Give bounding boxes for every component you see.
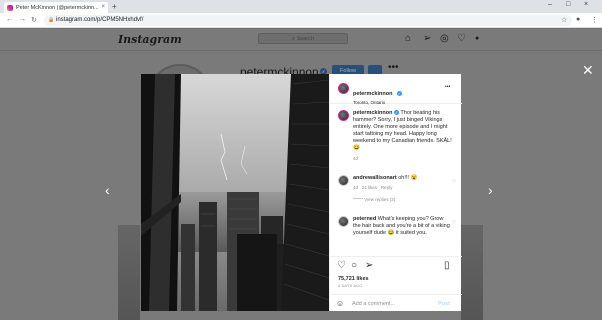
post-location[interactable]: Toronto, Ontario — [353, 100, 402, 105]
address-url: instagram.com/p/CPM5NHxhdvf/ — [56, 17, 144, 23]
window-close-button[interactable]: × — [584, 1, 588, 8]
post-header: petermckinnon ✓ Toronto, Ontario ••• — [330, 74, 462, 105]
browser-tab-bar: Peter McKinnon (@petermckinn... × + – □ … — [0, 0, 602, 13]
post-modal: petermckinnon ✓ Toronto, Ontario ••• pet… — [141, 74, 462, 311]
activity-heart-icon[interactable]: ♡ — [457, 33, 466, 44]
post-photo-image — [141, 74, 329, 311]
post-actions: ♡ ○ ➢ ▯ 75,721 likes 4 DAYS AGO ☺ Add a … — [330, 256, 462, 311]
reply-button[interactable]: Reply — [381, 185, 393, 190]
explore-icon[interactable]: ◎ — [440, 33, 449, 44]
verified-badge-icon: ✓ — [396, 91, 402, 96]
likes-count[interactable]: 75,721 likes — [338, 276, 369, 282]
like-heart-icon[interactable]: ♡ — [337, 260, 346, 271]
save-bookmark-icon[interactable]: ▯ — [444, 260, 450, 271]
caption-text: Thor beating his hammer? Sorry, I just b… — [353, 110, 452, 151]
comment-likes[interactable]: 24 likes — [362, 185, 377, 190]
address-bar[interactable]: 🔒 instagram.com/p/CPM5NHxhdvf/ — [44, 15, 572, 26]
caption-time: 4d — [353, 156, 359, 161]
post-options-icon[interactable]: ••• — [445, 84, 450, 90]
comment-username[interactable]: peterned — [353, 216, 376, 222]
comment-like-heart-icon[interactable]: ♡ — [452, 179, 456, 185]
instagram-page: Instagram ⌕ Search ⌂ ➢ ◎ ♡ ● petermckinn… — [0, 29, 602, 320]
comment-bubble-icon[interactable]: ○ — [351, 260, 357, 271]
post-sidebar: petermckinnon ✓ Toronto, Ontario ••• pet… — [329, 74, 462, 311]
view-replies-button[interactable]: View replies (2) — [364, 197, 395, 202]
profile-avatar-icon[interactable]: ● — [475, 35, 479, 42]
back-icon[interactable]: ← — [6, 16, 13, 23]
menu-dots-icon[interactable]: ⋮ — [591, 16, 598, 24]
browser-toolbar: ← → ↻ 🔒 instagram.com/p/CPM5NHxhdvf/ ☆ ●… — [0, 13, 602, 28]
author-avatar[interactable] — [338, 83, 349, 94]
instagram-header: Instagram ⌕ Search ⌂ ➢ ◎ ♡ ● — [0, 29, 602, 51]
browser-tab[interactable]: Peter McKinnon (@petermckinn... × — [4, 2, 108, 13]
home-icon[interactable]: ⌂ — [405, 33, 411, 44]
post-time-ago: 4 DAYS AGO — [338, 284, 363, 288]
post-photo — [141, 74, 329, 311]
instagram-favicon-icon — [7, 5, 13, 11]
reload-icon[interactable]: ↻ — [31, 16, 37, 24]
profile-icon[interactable]: ● — [576, 16, 580, 23]
search-placeholder: Search — [296, 36, 315, 42]
comment-username[interactable]: andrewallisonart — [353, 175, 397, 181]
lock-icon: 🔒 — [48, 17, 55, 23]
comment-avatar[interactable] — [338, 216, 349, 227]
minimize-button[interactable]: – — [548, 1, 552, 8]
caption-avatar[interactable] — [338, 110, 349, 121]
search-input[interactable]: ⌕ Search — [258, 33, 348, 44]
comment-time: 4d — [353, 185, 359, 190]
close-modal-icon[interactable]: ✕ — [582, 62, 594, 79]
maximize-button[interactable]: □ — [566, 1, 570, 8]
next-post-arrow-icon[interactable]: › — [488, 182, 493, 198]
replies-divider — [353, 198, 363, 199]
comment-text: oh!!! 😮 — [398, 175, 418, 181]
forward-icon[interactable]: → — [19, 16, 26, 23]
background-post-thumbnail — [118, 225, 140, 320]
direct-icon[interactable]: ➢ — [423, 33, 431, 44]
caption-username[interactable]: petermckinnon — [353, 110, 392, 116]
caption-verified-icon: ✓ — [393, 110, 399, 115]
tab-close-icon[interactable]: × — [101, 4, 105, 10]
author-username[interactable]: petermckinnon — [353, 91, 392, 97]
background-more-icon: ••• — [388, 62, 399, 73]
tab-title: Peter McKinnon (@petermckinn... — [16, 5, 99, 11]
share-send-icon[interactable]: ➢ — [365, 260, 373, 271]
add-comment-input[interactable]: Add a comment... — [352, 301, 395, 307]
comment-like-heart-icon[interactable]: ♡ — [452, 220, 456, 226]
post-comment-button[interactable]: Post — [438, 301, 450, 307]
comment-avatar[interactable] — [338, 175, 349, 186]
previous-post-arrow-icon[interactable]: ‹ — [105, 182, 110, 198]
background-post-thumbnail — [461, 225, 483, 320]
instagram-logo[interactable]: Instagram — [118, 33, 182, 46]
bookmark-star-icon[interactable]: ☆ — [561, 16, 567, 24]
add-comment-bar: ☺ Add a comment... Post — [330, 294, 462, 312]
new-tab-button[interactable]: + — [112, 2, 117, 11]
emoji-icon[interactable]: ☺ — [336, 299, 344, 308]
